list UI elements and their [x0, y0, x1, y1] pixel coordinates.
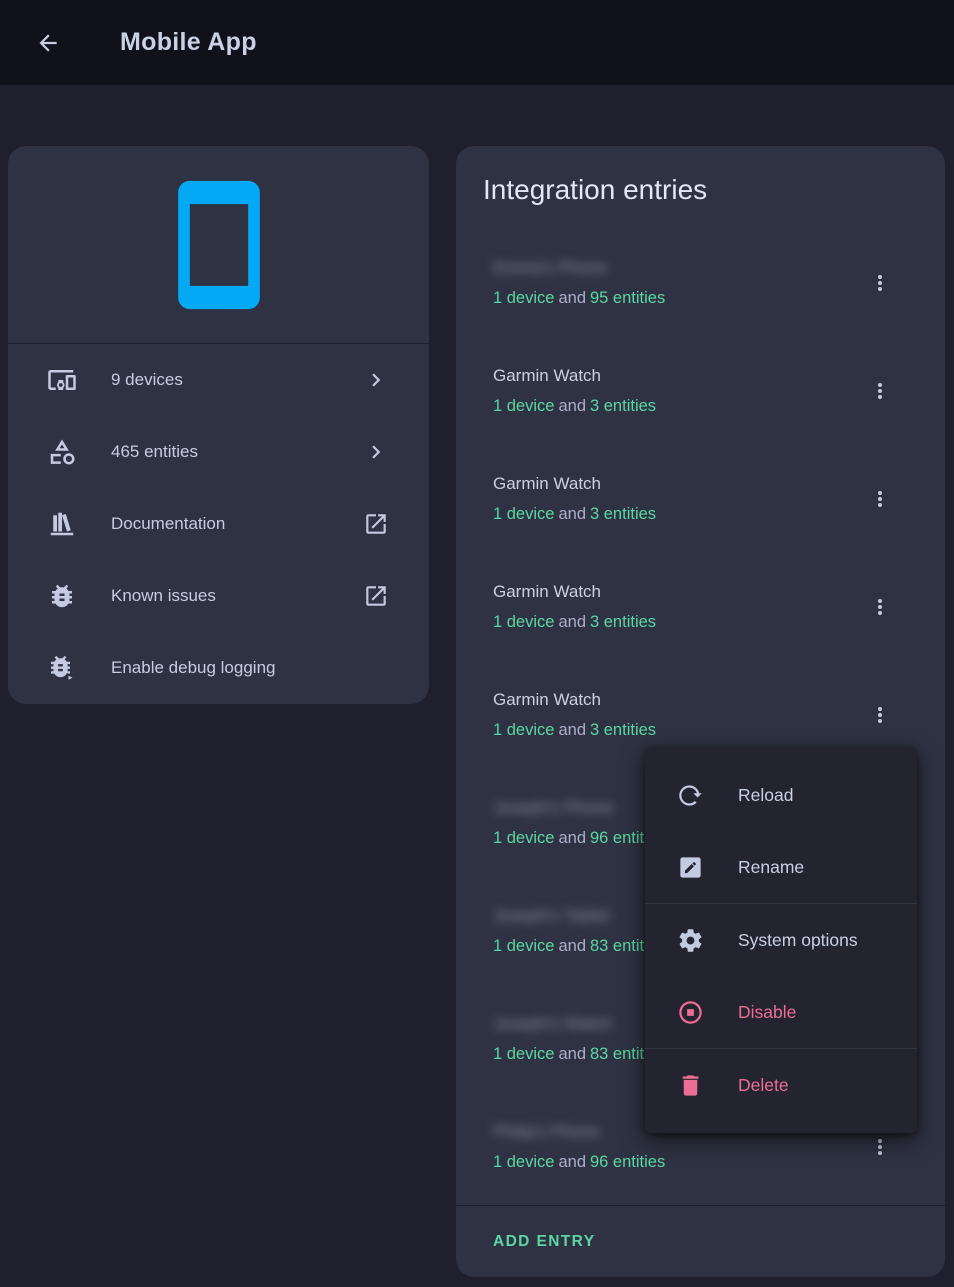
- entities-link-row[interactable]: 465 entities: [8, 416, 429, 488]
- entry-conjunction: and: [558, 1153, 586, 1171]
- entry-context-menu: Reload Rename System options Disable: [645, 747, 917, 1133]
- app-bar: Mobile App: [0, 0, 954, 85]
- documentation-link-row[interactable]: Documentation: [8, 488, 429, 560]
- entry-device-link[interactable]: 1 device: [493, 1153, 554, 1171]
- entry-row: Emma's Phone 1 deviceand95 entities: [456, 229, 945, 337]
- entry-entities-link[interactable]: 3 entities: [590, 505, 656, 523]
- menu-item-label: Rename: [738, 857, 804, 878]
- entry-name: Philip's Phone: [493, 1121, 665, 1143]
- dots-vertical-icon: [868, 487, 892, 511]
- dots-vertical-icon: [868, 271, 892, 295]
- delete-icon: [677, 1072, 704, 1099]
- entry-conjunction: and: [558, 505, 586, 523]
- entry-name: Garmin Watch: [493, 365, 656, 387]
- integration-logo-area: [8, 146, 429, 344]
- entry-conjunction: and: [558, 1045, 586, 1063]
- bug-icon: [47, 581, 77, 611]
- entry-conjunction: and: [558, 613, 586, 631]
- entries-card-title: Integration entries: [456, 146, 945, 206]
- pencil-box-icon: [677, 854, 704, 881]
- dots-vertical-icon: [868, 379, 892, 403]
- menu-item-label: System options: [738, 930, 858, 951]
- enable-debug-logging-row[interactable]: Enable debug logging: [8, 632, 429, 704]
- menu-item-label: Delete: [738, 1075, 789, 1096]
- devices-icon: [47, 365, 77, 395]
- cog-icon: [677, 927, 704, 954]
- chevron-right-icon: [363, 439, 389, 465]
- entry-entities-link[interactable]: 3 entities: [590, 721, 656, 739]
- menu-item-delete[interactable]: Delete: [645, 1049, 917, 1121]
- entry-conjunction: and: [558, 937, 586, 955]
- entry-row: Garmin Watch 1 deviceand3 entities: [456, 553, 945, 661]
- entry-conjunction: and: [558, 397, 586, 415]
- documentation-label: Documentation: [111, 514, 225, 534]
- menu-item-rename[interactable]: Rename: [645, 831, 917, 903]
- page-title: Mobile App: [120, 28, 257, 57]
- entry-menu-button[interactable]: [868, 1127, 892, 1167]
- entry-name: Joseph's Tablet: [493, 905, 665, 927]
- entry-row: Garmin Watch 1 deviceand3 entities: [456, 337, 945, 445]
- entries-footer: ADD ENTRY: [456, 1207, 945, 1277]
- entry-menu-button[interactable]: [868, 587, 892, 627]
- entry-menu-button[interactable]: [868, 479, 892, 519]
- devices-count-label: 9 devices: [111, 370, 183, 390]
- entry-device-link[interactable]: 1 device: [493, 613, 554, 631]
- entry-row: Garmin Watch 1 deviceand3 entities: [456, 445, 945, 553]
- entry-name: Garmin Watch: [493, 581, 656, 603]
- menu-item-system-options[interactable]: System options: [645, 904, 917, 976]
- entries-footer-divider: [456, 1205, 945, 1206]
- entry-device-link[interactable]: 1 device: [493, 505, 554, 523]
- entry-device-link[interactable]: 1 device: [493, 397, 554, 415]
- devices-link-row[interactable]: 9 devices: [8, 344, 429, 416]
- entry-device-link[interactable]: 1 device: [493, 721, 554, 739]
- integration-page: Mobile App 9 devices 465 entities: [0, 0, 954, 1287]
- entry-entities-link[interactable]: 95 entities: [590, 289, 665, 307]
- entry-entities-link[interactable]: 3 entities: [590, 613, 656, 631]
- entry-entities-link[interactable]: 96 entities: [590, 1153, 665, 1171]
- entry-name: Joseph's Watch: [493, 1013, 665, 1035]
- entry-device-link[interactable]: 1 device: [493, 829, 554, 847]
- entry-conjunction: and: [558, 289, 586, 307]
- entry-entities-link[interactable]: 3 entities: [590, 397, 656, 415]
- menu-item-disable[interactable]: Disable: [645, 976, 917, 1048]
- stop-circle-icon: [677, 999, 704, 1026]
- dots-vertical-icon: [868, 703, 892, 727]
- entry-name: Garmin Watch: [493, 689, 656, 711]
- cellphone-icon: [149, 175, 289, 315]
- menu-item-label: Disable: [738, 1002, 796, 1023]
- known-issues-link-row[interactable]: Known issues: [8, 560, 429, 632]
- entry-conjunction: and: [558, 829, 586, 847]
- entry-device-link[interactable]: 1 device: [493, 1045, 554, 1063]
- integration-info-card: 9 devices 465 entities Documentation: [8, 146, 429, 704]
- entry-device-link[interactable]: 1 device: [493, 289, 554, 307]
- bookshelf-icon: [47, 509, 77, 539]
- arrow-left-icon: [35, 30, 61, 56]
- entry-name: Joseph's Phone: [493, 797, 665, 819]
- enable-debug-logging-label: Enable debug logging: [111, 658, 275, 678]
- entry-name: Garmin Watch: [493, 473, 656, 495]
- reload-icon: [677, 782, 704, 809]
- entities-count-label: 465 entities: [111, 442, 198, 462]
- dots-vertical-icon: [868, 595, 892, 619]
- menu-item-reload[interactable]: Reload: [645, 759, 917, 831]
- open-in-new-icon: [363, 511, 389, 537]
- bug-play-icon: [47, 653, 77, 683]
- menu-item-label: Reload: [738, 785, 793, 806]
- entry-menu-button[interactable]: [868, 263, 892, 303]
- dots-vertical-icon: [868, 1135, 892, 1159]
- shapes-icon: [47, 437, 77, 467]
- open-in-new-icon: [363, 583, 389, 609]
- entry-device-link[interactable]: 1 device: [493, 937, 554, 955]
- chevron-right-icon: [363, 367, 389, 393]
- entry-name: Emma's Phone: [493, 257, 665, 279]
- entry-conjunction: and: [558, 721, 586, 739]
- back-button[interactable]: [24, 19, 72, 67]
- known-issues-label: Known issues: [111, 586, 216, 606]
- entry-menu-button[interactable]: [868, 371, 892, 411]
- add-entry-button[interactable]: ADD ENTRY: [493, 1233, 595, 1251]
- entry-menu-button[interactable]: [868, 695, 892, 735]
